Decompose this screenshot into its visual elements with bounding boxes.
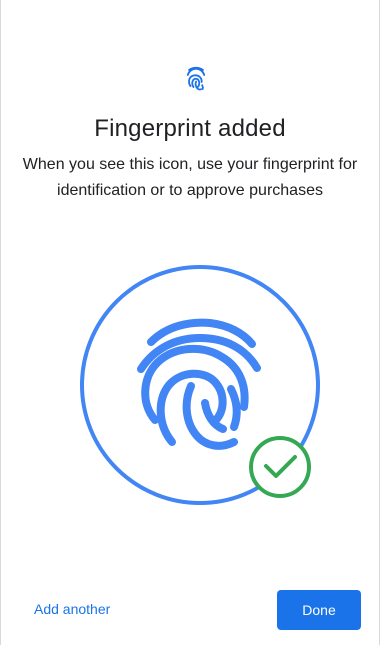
add-another-button[interactable]: Add another bbox=[34, 601, 110, 617]
check-circle-icon bbox=[249, 436, 311, 498]
fingerprint-icon bbox=[137, 318, 261, 450]
check-badge-circle bbox=[249, 436, 311, 498]
footer-actions: Add another Done bbox=[1, 590, 379, 634]
fingerprint-illustration bbox=[80, 265, 320, 505]
fingerprint-icon bbox=[186, 66, 206, 91]
done-button[interactable]: Done bbox=[277, 590, 361, 630]
page-subtitle: When you see this icon, use your fingerp… bbox=[22, 156, 358, 199]
page-title: Fingerprint added bbox=[94, 115, 286, 142]
enrollment-screen: Fingerprint added When you see this icon… bbox=[0, 0, 380, 645]
